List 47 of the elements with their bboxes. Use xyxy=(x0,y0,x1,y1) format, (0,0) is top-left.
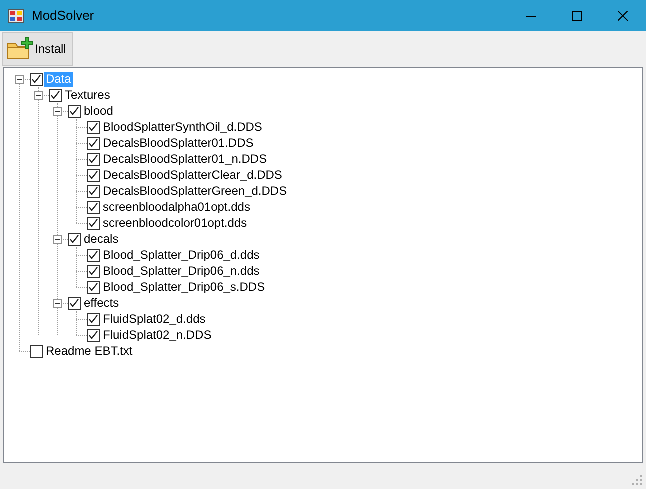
app-icon xyxy=(8,8,24,24)
collapse-icon[interactable] xyxy=(53,107,62,116)
checkbox[interactable] xyxy=(68,232,81,246)
tree-item[interactable]: Blood_Splatter_Drip06_d.dds xyxy=(101,248,262,262)
resize-grip-icon xyxy=(632,475,643,486)
close-icon xyxy=(618,10,628,20)
tree-item[interactable]: FluidSplat02_n.DDS xyxy=(101,328,214,342)
collapse-icon[interactable] xyxy=(15,75,24,84)
checkbox[interactable] xyxy=(87,216,100,230)
tree-item[interactable]: screenbloodcolor01opt.dds xyxy=(101,216,250,230)
tree-item[interactable]: DecalsBloodSplatter01_n.DDS xyxy=(101,152,270,166)
checkbox[interactable] xyxy=(87,280,100,294)
tree-item[interactable]: Readme EBT.txt xyxy=(44,344,135,358)
tree-item[interactable]: BloodSplatterSynthOil_d.DDS xyxy=(101,120,264,134)
collapse-icon[interactable] xyxy=(53,299,62,308)
checkbox[interactable] xyxy=(30,344,43,358)
tree-item[interactable]: screenbloodalpha01opt.dds xyxy=(101,200,252,214)
collapse-icon[interactable] xyxy=(34,91,43,100)
tree-item[interactable]: FluidSplat02_d.dds xyxy=(101,312,208,326)
tree-item[interactable]: DecalsBloodSplatterGreen_d.DDS xyxy=(101,184,290,198)
window-title: ModSolver xyxy=(32,6,96,25)
folder-plus-icon xyxy=(7,37,33,61)
checkbox[interactable] xyxy=(68,104,81,118)
checkbox[interactable] xyxy=(87,264,100,278)
checkbox[interactable] xyxy=(87,184,100,198)
tree-item[interactable]: Textures xyxy=(63,88,112,102)
checkbox[interactable] xyxy=(87,152,100,166)
checkbox[interactable] xyxy=(87,248,100,262)
install-button[interactable]: Install xyxy=(2,32,74,66)
maximize-icon xyxy=(572,10,582,20)
checkbox[interactable] xyxy=(87,168,100,182)
checkbox[interactable] xyxy=(87,200,100,214)
checkbox[interactable] xyxy=(49,88,62,102)
tree-item[interactable]: effects xyxy=(82,296,122,310)
tree-item[interactable]: decals xyxy=(82,232,121,246)
tree-item[interactable]: Blood_Splatter_Drip06_s.DDS xyxy=(101,280,268,294)
checkbox[interactable] xyxy=(87,120,100,134)
tree-item[interactable]: DecalsBloodSplatter01.DDS xyxy=(101,136,256,150)
checkbox[interactable] xyxy=(87,328,100,342)
checkbox[interactable] xyxy=(30,72,43,86)
checkbox[interactable] xyxy=(87,136,100,150)
checkbox[interactable] xyxy=(68,296,81,310)
tree-item[interactable]: Blood_Splatter_Drip06_n.dds xyxy=(101,264,262,278)
tree-item[interactable]: blood xyxy=(82,104,116,118)
collapse-icon[interactable] xyxy=(53,235,62,244)
checkbox[interactable] xyxy=(87,312,100,326)
tree-item[interactable]: DecalsBloodSplatterClear_d.DDS xyxy=(101,168,284,182)
